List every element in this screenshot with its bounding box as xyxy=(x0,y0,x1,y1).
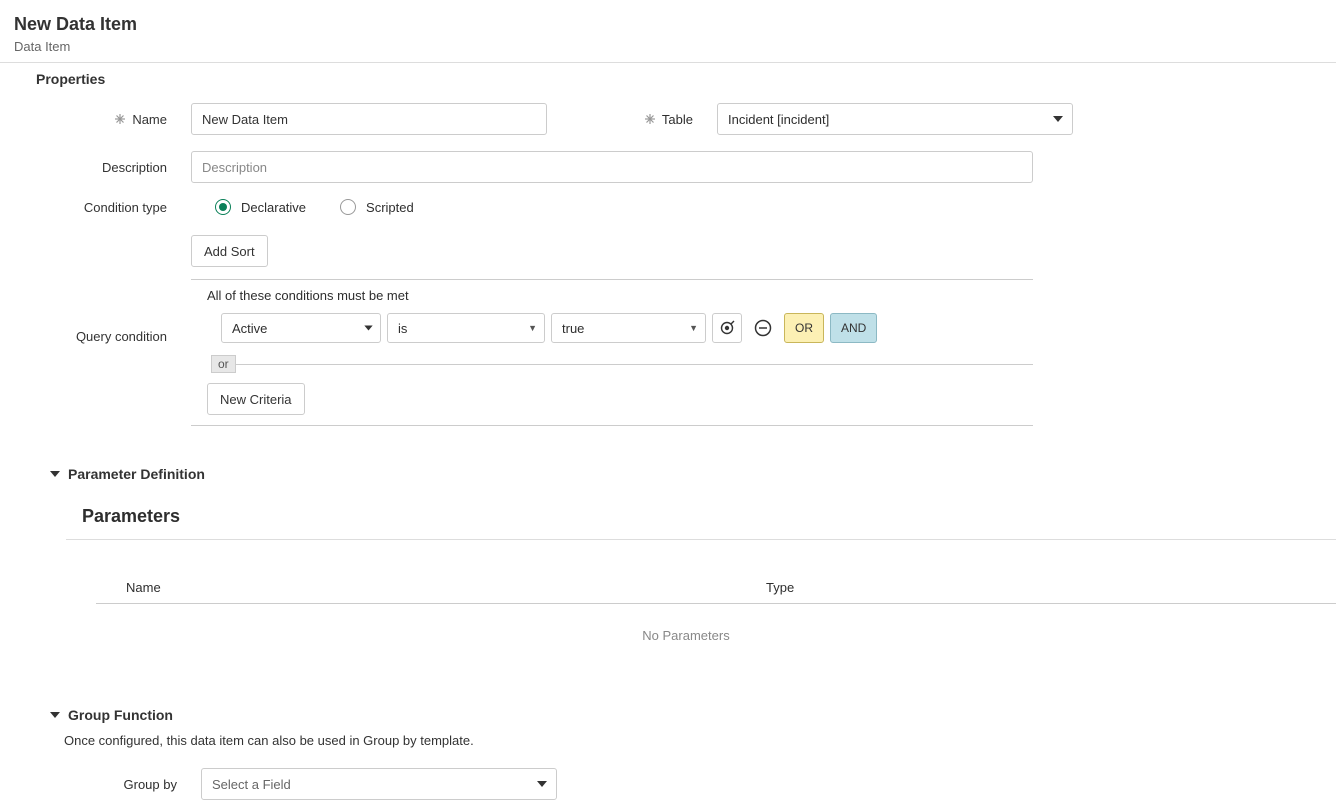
radio-scripted[interactable]: Scripted xyxy=(340,199,414,215)
condition-operator-select[interactable]: is ▼ xyxy=(387,313,545,343)
caret-down-icon xyxy=(50,712,60,718)
caret-down-icon xyxy=(50,471,60,477)
properties-section-title: Properties xyxy=(36,71,1336,87)
page-title: New Data Item xyxy=(14,14,1336,35)
add-sort-button[interactable]: Add Sort xyxy=(191,235,268,267)
remove-condition-button[interactable] xyxy=(748,313,778,343)
page-header: New Data Item Data Item xyxy=(0,0,1336,63)
related-list-button[interactable] xyxy=(712,313,742,343)
new-criteria-button[interactable]: New Criteria xyxy=(207,383,305,415)
name-input[interactable] xyxy=(191,103,547,135)
page-subtitle: Data Item xyxy=(14,39,1336,54)
group-function-toggle[interactable]: Group Function xyxy=(36,707,1336,723)
table-label: Table xyxy=(662,112,693,127)
parameter-definition-toggle[interactable]: Parameter Definition xyxy=(36,466,1336,482)
group-by-select[interactable]: Select a Field xyxy=(201,768,557,800)
or-button[interactable]: OR xyxy=(784,313,824,343)
remove-icon xyxy=(754,319,772,337)
description-label: Description xyxy=(102,160,167,175)
target-icon xyxy=(719,320,735,336)
query-condition-label: Query condition xyxy=(76,329,167,344)
required-icon xyxy=(114,113,126,125)
group-by-label: Group by xyxy=(36,777,201,792)
group-function-help: Once configured, this data item can also… xyxy=(64,733,1336,748)
table-select[interactable]: Incident [incident] xyxy=(717,103,1073,135)
or-divider-chip: or xyxy=(211,355,236,373)
radio-unchecked-icon xyxy=(340,199,356,215)
and-button[interactable]: AND xyxy=(830,313,877,343)
name-label: Name xyxy=(132,112,167,127)
conditions-header-text: All of these conditions must be met xyxy=(191,280,1033,313)
parameters-title: Parameters xyxy=(82,506,1336,527)
description-input[interactable] xyxy=(191,151,1033,183)
condition-field-select[interactable]: Active xyxy=(221,313,381,343)
param-col-name: Name xyxy=(96,580,766,595)
no-parameters-text: No Parameters xyxy=(36,604,1336,667)
radio-declarative[interactable]: Declarative xyxy=(215,199,306,215)
condition-type-label: Condition type xyxy=(84,200,167,215)
radio-checked-icon xyxy=(215,199,231,215)
param-col-type: Type xyxy=(766,580,1336,595)
condition-value-select[interactable]: true ▼ xyxy=(551,313,706,343)
required-icon xyxy=(644,113,656,125)
